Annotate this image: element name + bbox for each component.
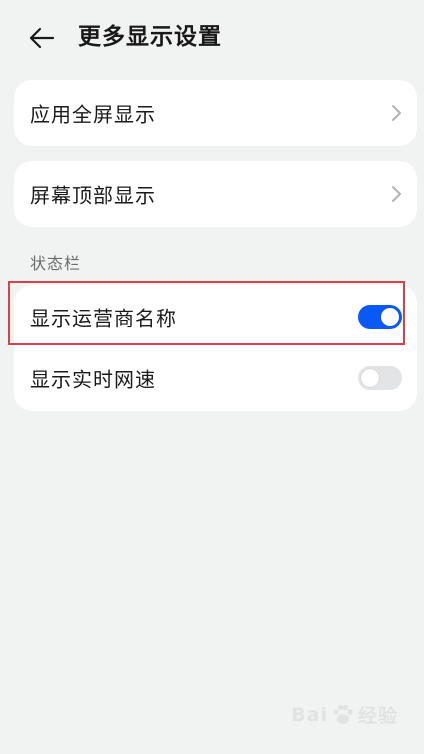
show-carrier-name-label: 显示运营商名称 (30, 306, 177, 331)
chevron-right-icon (392, 186, 401, 202)
paw-logo-icon (333, 704, 353, 724)
title-bar: 更多显示设置 (0, 0, 424, 76)
back-button[interactable] (22, 18, 62, 58)
fullscreen-apps-label: 应用全屏显示 (30, 102, 156, 127)
back-arrow-icon (29, 27, 55, 49)
show-network-speed-label: 显示实时网速 (30, 367, 156, 392)
watermark-text-right: 经验 (357, 705, 398, 727)
chevron-right-icon (392, 105, 401, 121)
show-carrier-name-toggle[interactable] (358, 305, 402, 329)
show-carrier-name-item[interactable]: 显示运营商名称 (14, 287, 417, 347)
fullscreen-card: 应用全屏显示 (14, 80, 417, 146)
watermark: Bai 经验 (291, 701, 398, 728)
top-of-screen-display-label: 屏幕顶部显示 (30, 183, 156, 208)
top-of-screen-display-item[interactable]: 屏幕顶部显示 (14, 161, 417, 227)
fullscreen-apps-item[interactable]: 应用全屏显示 (14, 80, 417, 146)
show-network-speed-toggle[interactable] (358, 366, 402, 390)
top-display-card: 屏幕顶部显示 (14, 161, 417, 227)
status-bar-card: 显示运营商名称 显示实时网速 (14, 285, 417, 411)
toggle-knob (381, 308, 399, 326)
page-title: 更多显示设置 (78, 24, 222, 50)
toggle-knob (361, 369, 379, 387)
show-network-speed-item[interactable]: 显示实时网速 (14, 349, 417, 407)
status-bar-section-title: 状态栏 (30, 254, 82, 273)
watermark-text-left: Bai (291, 703, 328, 726)
